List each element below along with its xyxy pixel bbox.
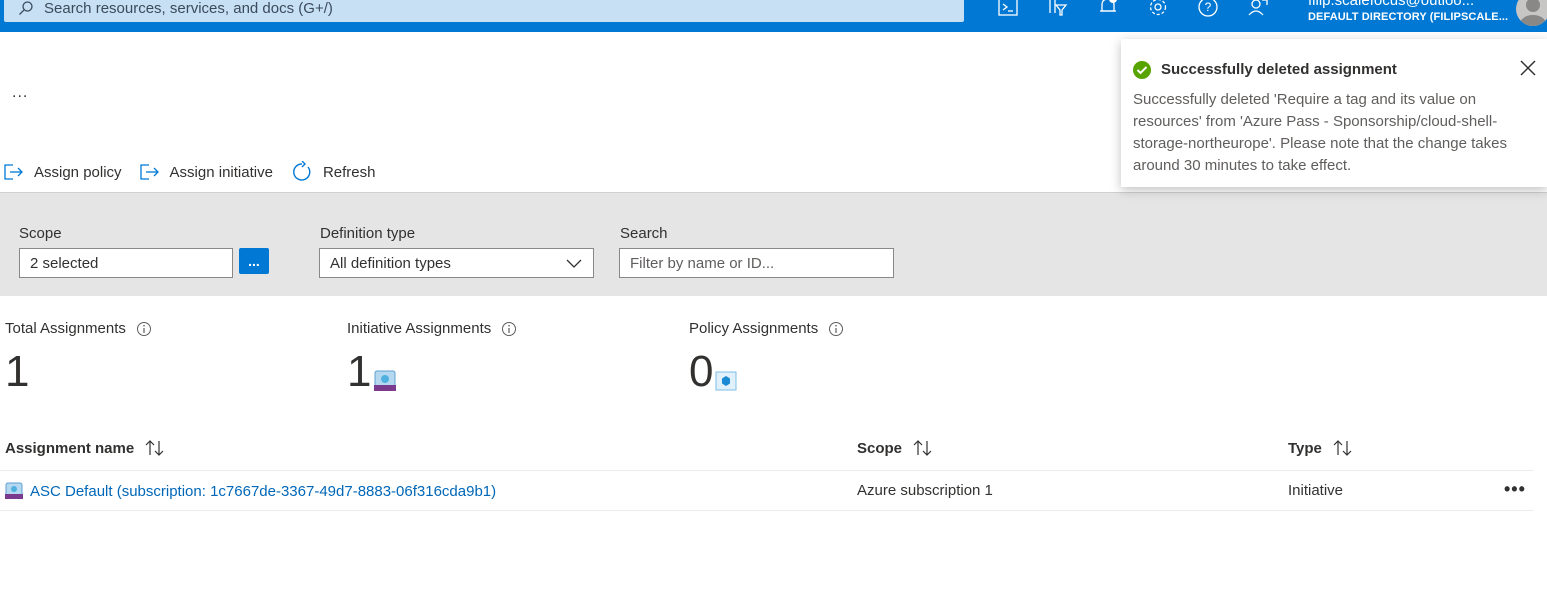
total-assignments-value: 1 [5, 350, 29, 394]
policy-assignments-text: Policy Assignments [689, 320, 819, 337]
info-icon[interactable] [828, 321, 844, 337]
column-header-scope[interactable]: Scope [857, 439, 934, 457]
notifications-icon[interactable] [1097, 0, 1119, 18]
table-row-divider [0, 510, 1533, 511]
definition-type-label: Definition type [320, 225, 416, 242]
toast-title: Successfully deleted assignment [1161, 61, 1397, 78]
row-more-button[interactable]: ••• [1504, 479, 1526, 500]
search-input[interactable]: Filter by name or ID... [619, 248, 894, 278]
feedback-icon[interactable] [1247, 0, 1269, 18]
user-email: filip.scalefocus@outloo... [1308, 0, 1475, 9]
global-search-box[interactable]: Search resources, services, and docs (G+… [4, 0, 964, 22]
policy-assignments-count: 0 [689, 347, 714, 396]
initiative-assignments-label: Initiative Assignments [347, 320, 517, 337]
toast-message: Successfully deleted 'Require a tag and … [1133, 91, 1507, 174]
sort-icon[interactable] [912, 439, 934, 457]
assignment-type-cell: Initiative [1288, 482, 1344, 499]
sort-icon[interactable] [1332, 439, 1354, 457]
assign-initiative-label: Assign initiative [169, 163, 273, 181]
scope-field[interactable]: 2 selected [19, 248, 233, 278]
table-row[interactable]: ASC Default (subscription: 1c7667de-3367… [4, 482, 496, 500]
info-icon[interactable] [136, 321, 152, 337]
total-assignments-label: Total Assignments [5, 320, 152, 337]
initiative-icon [374, 370, 397, 391]
initiative-icon [5, 482, 23, 499]
success-check-icon [1133, 61, 1151, 79]
assign-policy-label: Assign policy [34, 163, 122, 181]
total-assignments-count: 1 [5, 347, 30, 396]
column-header-assignment-name[interactable]: Assignment name [5, 439, 166, 457]
cloud-shell-icon[interactable] [997, 0, 1019, 18]
user-directory: DEFAULT DIRECTORY (FILIPSCALE... [1308, 11, 1509, 23]
scope-label: Scope [19, 225, 62, 242]
directory-filter-icon[interactable] [1046, 0, 1068, 18]
column-header-type-label: Type [1288, 439, 1322, 457]
svg-text:?: ? [1205, 0, 1212, 14]
definition-type-select[interactable]: All definition types [319, 248, 594, 278]
filter-panel: Scope 2 selected ... Definition type All… [0, 192, 1547, 296]
policy-assignments-label: Policy Assignments [689, 320, 844, 337]
total-assignments-text: Total Assignments [5, 320, 126, 337]
policy-assignments-value: 0 [689, 350, 737, 394]
initiative-assignments-text: Initiative Assignments [347, 320, 492, 337]
user-account[interactable]: filip.scalefocus@outloo... DEFAULT DIREC… [1308, 0, 1508, 23]
top-bar: Search resources, services, and docs (G+… [0, 0, 1547, 32]
column-header-assignment-name-label: Assignment name [5, 439, 135, 457]
refresh-icon [293, 161, 311, 181]
more-options-button[interactable]: ... [12, 84, 28, 102]
chevron-down-icon [566, 259, 582, 268]
info-icon[interactable] [501, 321, 517, 337]
initiative-assignments-value: 1 [347, 350, 397, 394]
policy-icon [715, 371, 737, 391]
column-header-type[interactable]: Type [1288, 439, 1354, 457]
search-label: Search [620, 225, 668, 242]
avatar[interactable] [1516, 0, 1547, 26]
scope-picker-button[interactable]: ... [239, 248, 269, 274]
command-bar: Assign policy Assign initiative Refresh [0, 156, 393, 188]
settings-icon[interactable] [1147, 0, 1169, 18]
close-icon[interactable] [1519, 59, 1537, 77]
assignment-name-link[interactable]: ASC Default (subscription: 1c7667de-3367… [30, 483, 496, 500]
success-toast: Successfully deleted assignment Successf… [1121, 39, 1547, 187]
refresh-button[interactable]: Refresh [291, 161, 376, 183]
column-header-scope-label: Scope [857, 439, 903, 457]
assign-policy-button[interactable]: Assign policy [4, 163, 122, 181]
definition-type-value: All definition types [330, 254, 451, 272]
refresh-label: Refresh [322, 163, 376, 181]
assign-icon [4, 164, 23, 180]
help-icon[interactable]: ? [1197, 0, 1219, 18]
assign-initiative-button[interactable]: Assign initiative [139, 163, 273, 181]
table-header-divider [0, 470, 1533, 471]
global-search-placeholder: Search resources, services, and docs (G+… [44, 0, 333, 17]
assign-icon [139, 164, 159, 180]
initiative-assignments-count: 1 [347, 347, 372, 396]
search-icon [19, 1, 33, 15]
sort-icon[interactable] [144, 439, 166, 457]
assignment-scope-cell: Azure subscription 1 [857, 482, 993, 499]
